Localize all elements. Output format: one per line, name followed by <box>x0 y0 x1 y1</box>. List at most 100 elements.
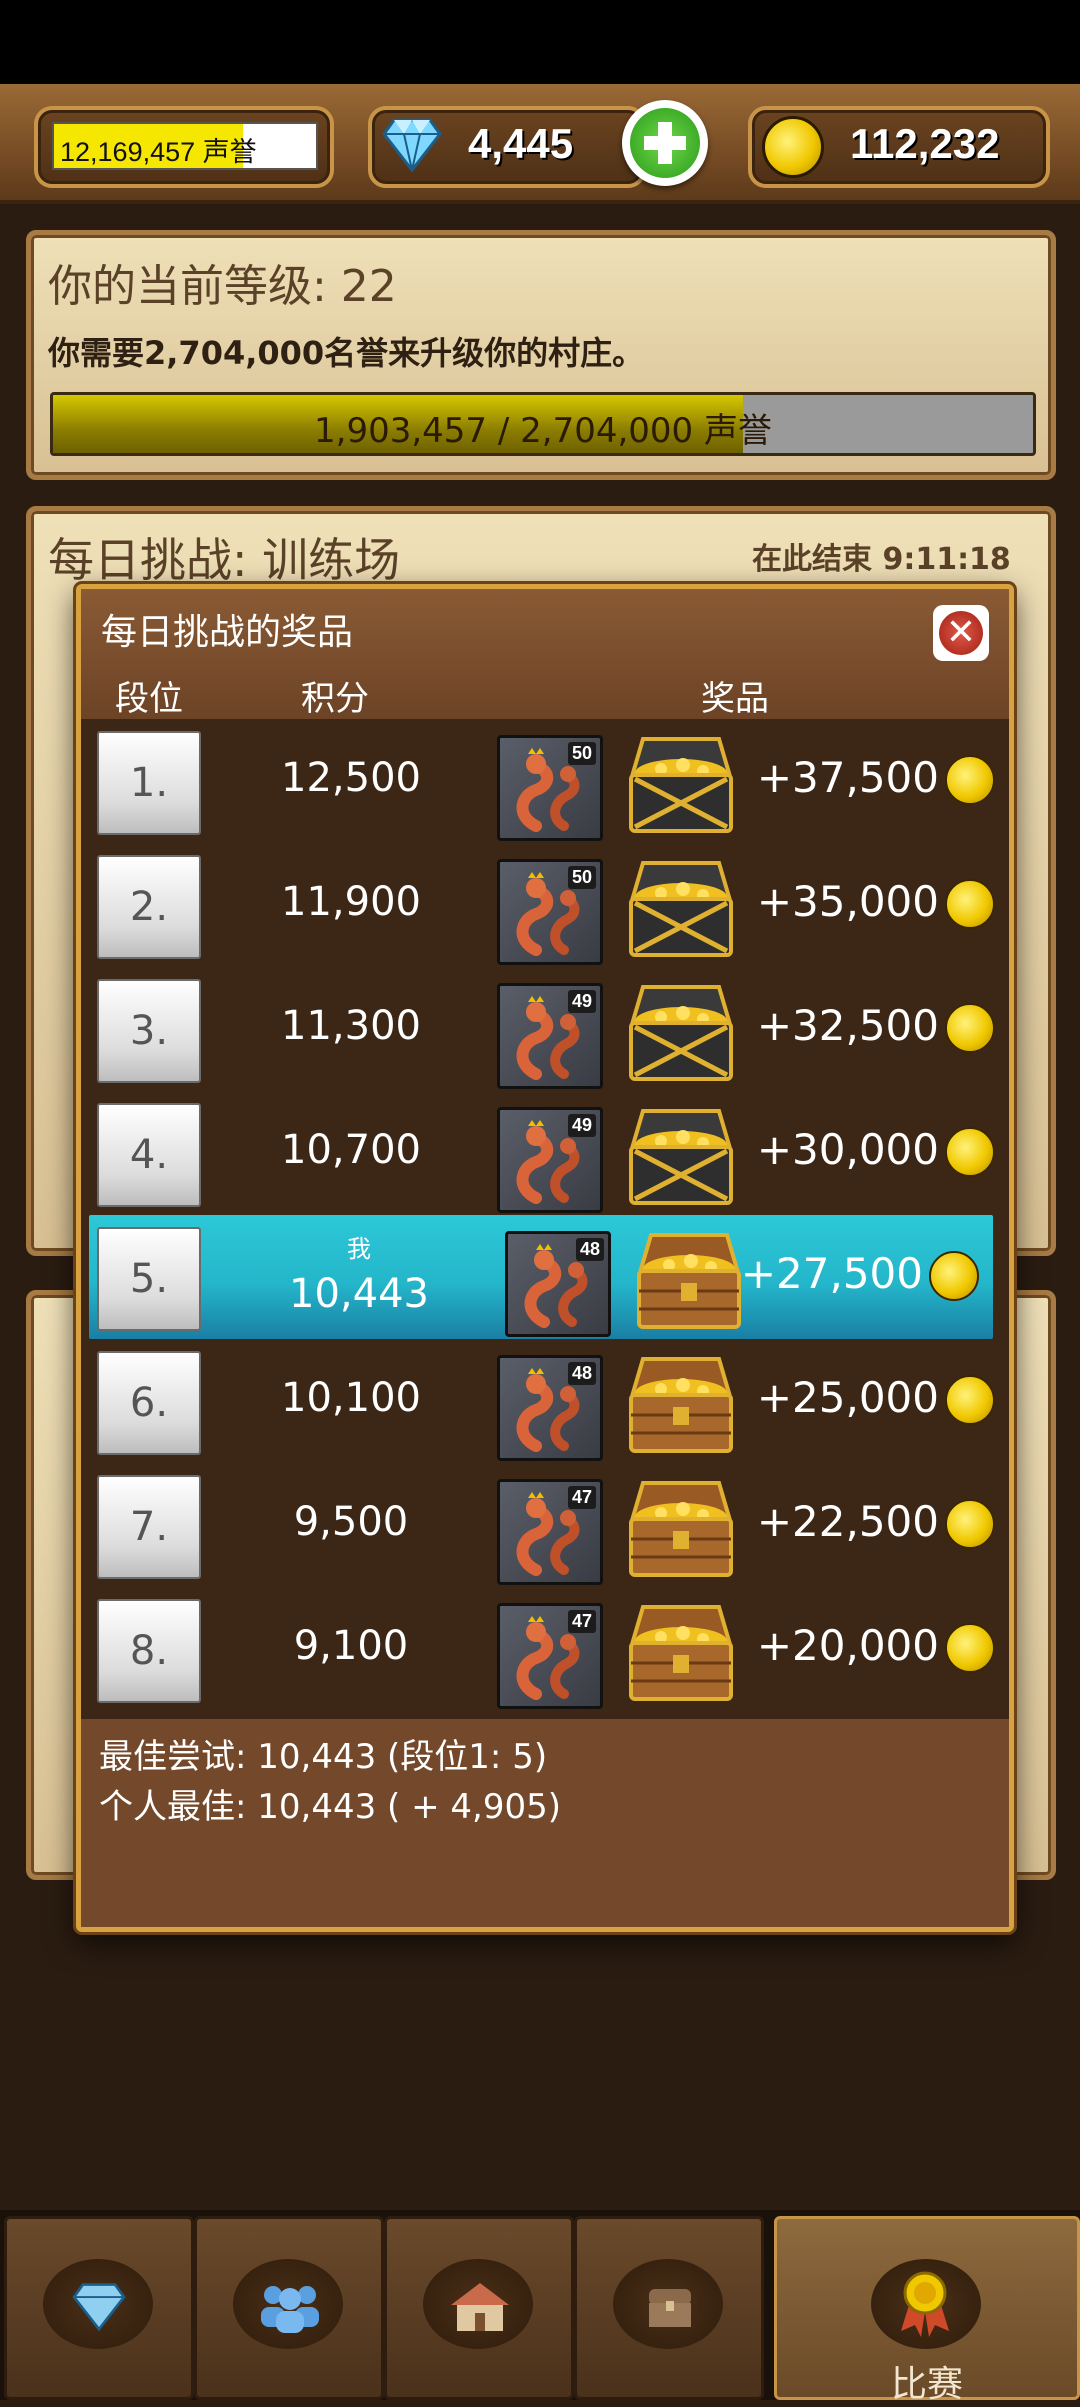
modal-title: 每日挑战的奖品 <box>101 612 354 653</box>
header-score: 积分 <box>301 679 369 719</box>
serpent-card: 49 <box>497 983 603 1089</box>
prize-row: 3. 11,300 49 +32,500 <box>81 967 1009 1091</box>
modal-footer: 最佳尝试: 10,443 (段位1: 5) 个人最佳: 10,443 ( + 4… <box>81 1719 1009 1927</box>
card-level: 50 <box>567 866 596 889</box>
level-progress-text: 1,903,457 / 2,704,000 声誉 <box>314 411 772 451</box>
coin-pill: 112,232 <box>748 106 1050 188</box>
wooden-treasure-chest-icon <box>629 1605 733 1701</box>
modal-header: 每日挑战的奖品 ✕ 段位 积分 奖品 <box>81 589 1009 719</box>
black-treasure-chest-icon <box>629 861 733 957</box>
score-value: 10,700 <box>281 1127 421 1173</box>
bottom-nav: 比赛 <box>0 2210 1080 2405</box>
nav-tournament[interactable]: 比赛 <box>774 2216 1080 2405</box>
prize-row: 1. 12,500 50 +37,500 <box>81 719 1009 843</box>
prize-row: 6. 10,100 48 +25,000 <box>81 1339 1009 1463</box>
coin-reward: +30,000 <box>756 1125 939 1174</box>
coin-icon <box>945 1623 995 1673</box>
serpent-card: 49 <box>497 1107 603 1213</box>
card-level: 49 <box>567 1114 596 1137</box>
gem-count: 4,445 <box>468 120 574 167</box>
coin-reward: +20,000 <box>756 1621 939 1670</box>
coin-icon <box>945 1003 995 1053</box>
card-level: 49 <box>567 990 596 1013</box>
prize-row-current-player: 5. 我 10,443 48 +27,500 <box>89 1215 993 1339</box>
score-value: 9,500 <box>293 1499 409 1545</box>
serpent-card: 50 <box>497 735 603 841</box>
rank-badge: 4. <box>97 1103 201 1207</box>
serpent-card: 47 <box>497 1479 603 1585</box>
coin-icon <box>945 879 995 929</box>
close-icon: ✕ <box>939 611 983 655</box>
coin-icon <box>945 755 995 805</box>
coin-reward: +35,000 <box>756 877 939 926</box>
rank-badge: 7. <box>97 1475 201 1579</box>
coin-icon <box>945 1127 995 1177</box>
prize-modal: 每日挑战的奖品 ✕ 段位 积分 奖品 1. 12,500 50 +37,500 2. 11… <box>76 584 1014 1932</box>
coin-icon <box>929 1251 979 1301</box>
fame-value: 12,169,457 <box>60 137 196 167</box>
add-gems-button[interactable] <box>622 100 708 186</box>
serpent-card: 47 <box>497 1603 603 1709</box>
coin-reward: +37,500 <box>756 753 939 802</box>
black-treasure-chest-icon <box>629 737 733 833</box>
diamond-icon <box>382 118 442 172</box>
resource-bar: 12,169,457 声誉 4,445 112,232 <box>0 84 1080 204</box>
serpent-card: 48 <box>497 1355 603 1461</box>
nav-village[interactable] <box>384 2216 574 2400</box>
score-value: 9,100 <box>293 1623 409 1669</box>
nav-chests[interactable] <box>574 2216 764 2400</box>
prize-list[interactable]: 1. 12,500 50 +37,500 2. 11,900 50 +35,000 3. 11,3… <box>81 719 1009 1719</box>
score-value: 12,500 <box>281 755 421 801</box>
challenge-title: 每日挑战: 训练场 <box>48 533 401 587</box>
wooden-treasure-chest-icon <box>637 1233 741 1329</box>
nav-social[interactable] <box>194 2216 384 2400</box>
card-level: 50 <box>567 742 596 765</box>
coin-reward: +27,500 <box>740 1249 923 1298</box>
score-value: 11,300 <box>281 1003 421 1049</box>
prize-row: 9.8,70046+17,500 <box>81 1711 1009 1719</box>
me-label: 我 <box>347 1235 371 1263</box>
score-value: 10,100 <box>281 1375 421 1421</box>
card-level: 48 <box>567 1362 596 1385</box>
coin-count: 112,232 <box>850 120 1000 167</box>
coin-icon <box>945 1499 995 1549</box>
score-value: 11,900 <box>281 879 421 925</box>
level-title: 你的当前等级: 22 <box>48 261 397 312</box>
coin-reward: +22,500 <box>756 1497 939 1546</box>
coin-icon <box>762 116 824 178</box>
gem-pill: 4,445 <box>368 106 646 188</box>
serpent-card: 48 <box>505 1231 611 1337</box>
header-prize: 奖品 <box>701 679 769 719</box>
wooden-treasure-chest-icon <box>629 1481 733 1577</box>
nav-gem-shop[interactable] <box>4 2216 194 2400</box>
fame-pill: 12,169,457 声誉 <box>34 106 334 188</box>
medal-icon <box>901 2271 949 2337</box>
people-icon <box>261 2286 319 2333</box>
plus-icon <box>630 108 700 178</box>
wooden-treasure-chest-icon <box>629 1357 733 1453</box>
serpent-card: 50 <box>497 859 603 965</box>
fame-meter: 12,169,457 声誉 <box>52 122 318 170</box>
rank-badge: 8. <box>97 1599 201 1703</box>
best-attempt: 最佳尝试: 10,443 (段位1: 5) <box>99 1737 548 1777</box>
header-rank: 段位 <box>115 679 183 719</box>
nav-tournament-label: 比赛 <box>890 2364 963 2405</box>
prize-row: 8. 9,100 47 +20,000 <box>81 1587 1009 1711</box>
status-bar <box>0 0 1080 84</box>
prize-row: 2. 11,900 50 +35,000 <box>81 843 1009 967</box>
close-button[interactable]: ✕ <box>933 605 989 661</box>
challenge-timer: 在此结束 9:11:18 <box>752 542 1011 577</box>
level-description: 你需要2,704,000名誉来升级你的村庄。 <box>48 334 645 372</box>
fame-unit: 声誉 <box>202 137 257 167</box>
black-treasure-chest-icon <box>629 1109 733 1205</box>
prize-row: 7. 9,500 47 +22,500 <box>81 1463 1009 1587</box>
coin-icon <box>945 1375 995 1425</box>
rank-badge: 1. <box>97 731 201 835</box>
card-level: 47 <box>567 1486 596 1509</box>
gem-icon <box>72 2283 126 2331</box>
rank-badge: 6. <box>97 1351 201 1455</box>
card-level: 48 <box>575 1238 604 1261</box>
coin-reward: +25,000 <box>756 1373 939 1422</box>
score-value: 10,443 <box>289 1271 429 1317</box>
coin-reward: +32,500 <box>756 1001 939 1050</box>
